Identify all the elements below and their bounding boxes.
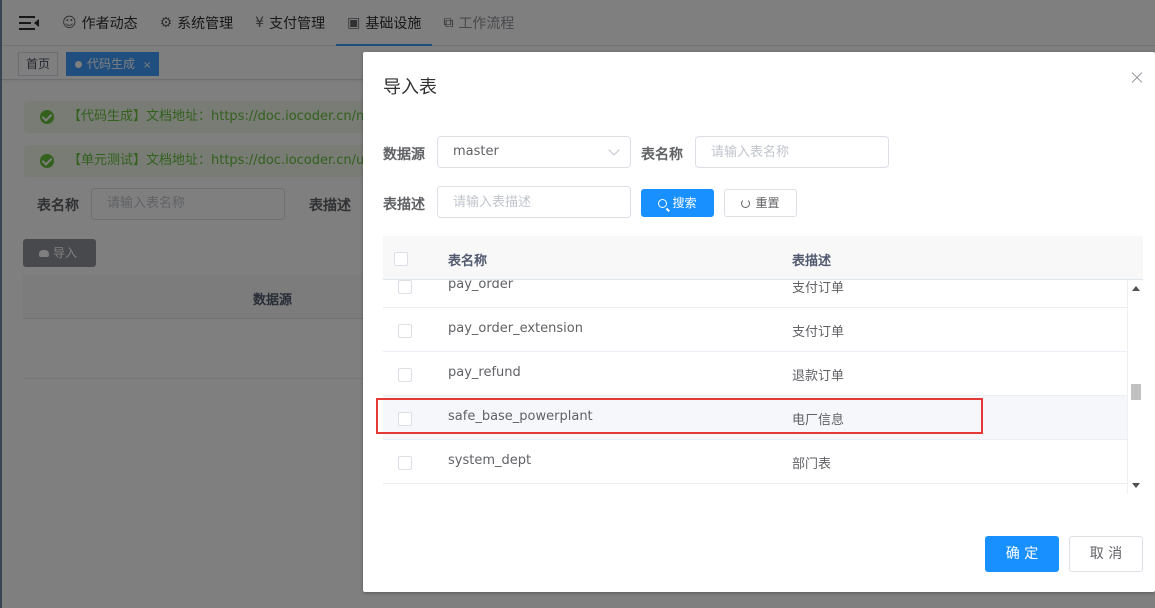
sidebar-edge [0, 0, 2, 608]
cell-table-desc: 支付订单 [792, 325, 845, 340]
highlight-annotation [376, 398, 983, 434]
cell-table-desc: 退款订单 [792, 369, 845, 384]
reset-label: 重置 [755, 196, 780, 210]
close-icon[interactable] [1129, 70, 1145, 86]
table-body[interactable]: pay_order 支付订单 pay_order_extension 支付订单 … [383, 280, 1127, 494]
refresh-icon [741, 199, 751, 208]
row-checkbox[interactable] [398, 280, 412, 294]
row-checkbox[interactable] [398, 456, 412, 470]
cell-table-name: pay_order_extension [448, 321, 583, 336]
datasource-label: 数据源 [383, 147, 425, 163]
column-header-name: 表名称 [448, 254, 488, 269]
datasource-select[interactable]: master [437, 136, 631, 168]
row-checkbox[interactable] [398, 368, 412, 382]
confirm-button[interactable]: 确 定 [985, 536, 1059, 572]
table-name-input[interactable] [695, 136, 889, 168]
scrollbar-thumb[interactable] [1131, 384, 1141, 400]
tables-list: 表名称 表描述 pay_order 支付订单 pay_order_extensi… [383, 236, 1143, 496]
search-label: 搜索 [672, 196, 697, 210]
row-checkbox[interactable] [398, 324, 412, 338]
cell-table-name: pay_refund [448, 365, 521, 380]
table-name-label: 表名称 [641, 147, 683, 163]
cell-table-name: system_dept [448, 453, 532, 468]
import-table-dialog: 导入表 数据源 master 表名称 表描述 搜索 重置 表名称 表描述 pay… [363, 52, 1155, 592]
cell-table-name: pay_order [448, 280, 514, 292]
scroll-down-icon[interactable] [1132, 483, 1140, 488]
table-row[interactable]: pay_order_extension 支付订单 [383, 308, 1127, 352]
table-desc-input[interactable] [437, 186, 631, 218]
search-button[interactable]: 搜索 [641, 189, 714, 217]
cell-table-desc: 部门表 [792, 457, 832, 472]
table-row[interactable]: pay_refund 退款订单 [383, 352, 1127, 396]
table-header: 表名称 表描述 [383, 236, 1143, 280]
dialog-title: 导入表 [383, 77, 437, 98]
table-row[interactable]: pay_order 支付订单 [383, 280, 1127, 308]
table-desc-label: 表描述 [383, 197, 425, 213]
reset-button[interactable]: 重置 [724, 189, 797, 217]
chevron-down-icon [608, 144, 620, 156]
search-icon [658, 199, 668, 208]
select-all-checkbox[interactable] [394, 252, 408, 266]
cell-table-desc: 支付订单 [792, 281, 845, 296]
column-header-desc: 表描述 [792, 254, 832, 269]
datasource-value: master [453, 144, 499, 159]
cancel-button[interactable]: 取 消 [1069, 536, 1143, 572]
scroll-up-icon[interactable] [1132, 286, 1140, 291]
table-row[interactable]: system_dept 部门表 [383, 440, 1127, 484]
table-scrollbar[interactable] [1127, 280, 1143, 494]
